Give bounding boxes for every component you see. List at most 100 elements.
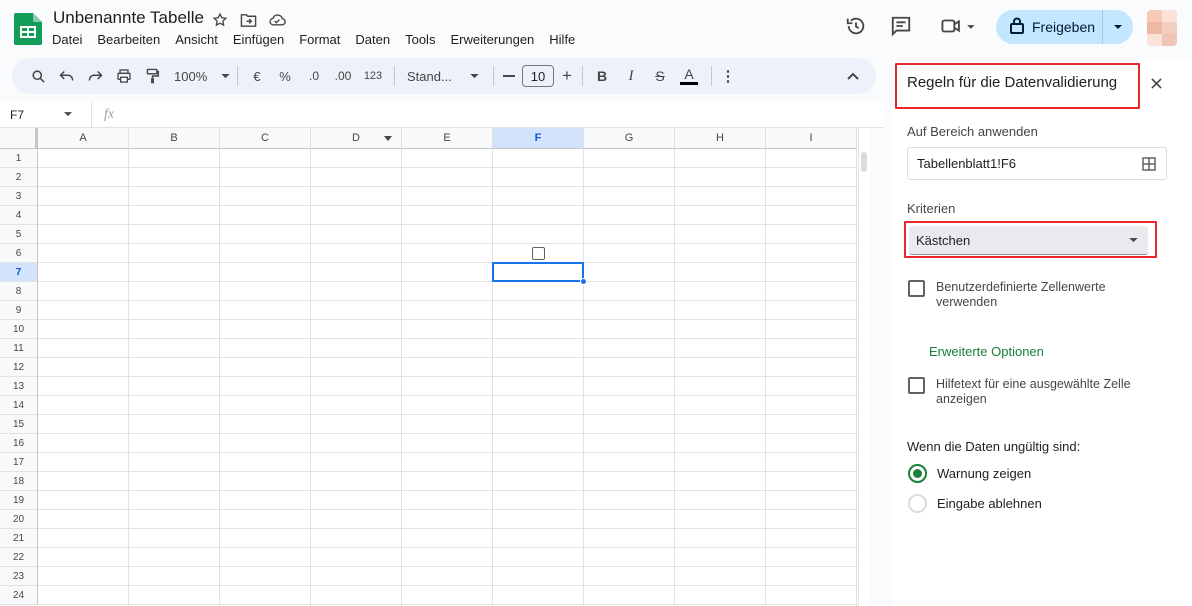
row-gridline <box>38 300 858 301</box>
range-input[interactable]: Tabellenblatt1!F6 <box>907 147 1167 180</box>
scrollbar-thumb[interactable] <box>861 152 867 172</box>
advanced-options-link[interactable]: Erweiterte Optionen <box>929 344 1044 359</box>
spreadsheet-grid[interactable]: A B C D E F G H I 1 2 3 4 5 6 7 8 9 10 11 12 13 14 15 16 17 18 19 20… <box>0 128 870 606</box>
custom-values-checkbox[interactable] <box>908 280 925 297</box>
name-box[interactable]: F7 <box>0 102 92 127</box>
menu-daten[interactable]: Daten <box>355 32 390 47</box>
row-gridline <box>38 604 858 605</box>
bold-button[interactable]: B <box>589 62 615 90</box>
row-header[interactable]: 17 <box>0 453 38 472</box>
criteria-select[interactable]: Kästchen <box>909 226 1148 255</box>
undo-icon[interactable] <box>51 62 81 90</box>
text-color-button[interactable]: A <box>673 62 705 90</box>
share-dropdown-chevron-icon[interactable] <box>1103 10 1133 44</box>
star-icon[interactable] <box>211 11 229 29</box>
number-format-button[interactable]: 123 <box>358 62 388 90</box>
collapse-toolbar-chevron-up-icon[interactable] <box>840 62 866 90</box>
menu-einfuegen[interactable]: Einfügen <box>233 32 284 47</box>
increase-decimal-button[interactable]: .00 <box>328 62 358 90</box>
font-size-increase-button[interactable]: + <box>558 62 576 90</box>
currency-button[interactable]: € <box>244 62 270 90</box>
row-header[interactable]: 12 <box>0 358 38 377</box>
column-header[interactable]: B <box>129 128 220 149</box>
cloud-saved-icon[interactable] <box>268 11 286 29</box>
formula-input[interactable] <box>124 102 884 127</box>
row-header[interactable]: 19 <box>0 491 38 510</box>
row-header[interactable]: 1 <box>0 149 38 168</box>
column-header[interactable]: A <box>38 128 129 149</box>
row-header[interactable]: 20 <box>0 510 38 529</box>
sheets-logo-icon[interactable] <box>14 13 42 45</box>
row-header[interactable]: 21 <box>0 529 38 548</box>
redo-icon[interactable] <box>81 62 109 90</box>
menu-bearbeiten[interactable]: Bearbeiten <box>97 32 160 47</box>
avatar[interactable] <box>1147 10 1177 46</box>
row-header[interactable]: 10 <box>0 320 38 339</box>
column-menu-dropdown-icon[interactable] <box>384 136 392 141</box>
row-gridline <box>38 395 858 396</box>
reject-input-radio[interactable] <box>908 494 927 513</box>
column-header[interactable]: H <box>675 128 766 149</box>
zoom-select[interactable]: 100% <box>165 62 231 90</box>
row-header[interactable]: 5 <box>0 225 38 244</box>
row-header[interactable]: 4 <box>0 206 38 225</box>
fill-handle[interactable] <box>580 278 587 285</box>
data-validation-panel <box>893 58 1192 606</box>
row-header[interactable]: 6 <box>0 244 38 263</box>
menu-datei[interactable]: Datei <box>52 32 82 47</box>
column-header[interactable]: C <box>220 128 311 149</box>
show-warning-radio[interactable] <box>908 464 927 483</box>
search-menus-icon[interactable] <box>25 62 51 90</box>
row-header[interactable]: 7 <box>0 263 38 282</box>
panel-title: Regeln für die Datenvalidierung <box>907 74 1118 91</box>
column-header[interactable]: E <box>402 128 493 149</box>
row-header[interactable]: 11 <box>0 339 38 358</box>
row-header[interactable]: 15 <box>0 415 38 434</box>
selected-cell[interactable] <box>492 262 584 282</box>
row-header[interactable]: 2 <box>0 168 38 187</box>
menu-hilfe[interactable]: Hilfe <box>549 32 575 47</box>
decrease-decimal-button[interactable]: .0 <box>300 62 328 90</box>
move-folder-icon[interactable] <box>239 11 257 29</box>
row-header[interactable]: 23 <box>0 567 38 586</box>
column-header[interactable]: G <box>584 128 675 149</box>
row-header[interactable]: 22 <box>0 548 38 567</box>
column-gridline <box>583 149 584 606</box>
row-header[interactable]: 18 <box>0 472 38 491</box>
cell-checkbox[interactable] <box>531 247 545 260</box>
row-header[interactable]: 3 <box>0 187 38 206</box>
font-select[interactable]: Stand... <box>401 62 487 90</box>
row-header[interactable]: 9 <box>0 301 38 320</box>
column-header[interactable]: I <box>766 128 857 149</box>
menu-erweiterungen[interactable]: Erweiterungen <box>450 32 534 47</box>
version-history-icon[interactable] <box>844 14 868 38</box>
column-header[interactable]: F <box>493 128 584 149</box>
font-size-input[interactable]: 10 <box>522 65 554 87</box>
italic-button[interactable]: I <box>615 62 647 90</box>
row-header[interactable]: 24 <box>0 586 38 605</box>
font-size-decrease-button[interactable] <box>500 62 518 90</box>
help-text-checkbox[interactable] <box>908 377 925 394</box>
select-all-corner[interactable] <box>0 128 38 149</box>
row-header[interactable]: 16 <box>0 434 38 453</box>
row-header[interactable]: 14 <box>0 396 38 415</box>
close-icon[interactable] <box>1147 74 1165 92</box>
menu-tools[interactable]: Tools <box>405 32 435 47</box>
more-options-icon[interactable]: ⋮ <box>718 62 738 90</box>
comments-icon[interactable] <box>889 14 913 38</box>
share-button[interactable]: Freigeben <box>996 10 1133 44</box>
paint-format-icon[interactable] <box>139 62 165 90</box>
strikethrough-button[interactable]: S <box>647 62 673 90</box>
vertical-scrollbar[interactable] <box>858 128 870 606</box>
select-range-grid-icon[interactable] <box>1142 157 1156 174</box>
row-header[interactable]: 13 <box>0 377 38 396</box>
meet-video-icon[interactable] <box>937 14 979 38</box>
menu-ansicht[interactable]: Ansicht <box>175 32 218 47</box>
print-icon[interactable] <box>109 62 139 90</box>
column-gridline <box>492 149 493 606</box>
percent-button[interactable]: % <box>270 62 300 90</box>
document-title[interactable]: Unbenannte Tabelle <box>53 8 204 28</box>
row-gridline <box>38 528 858 529</box>
row-header[interactable]: 8 <box>0 282 38 301</box>
menu-format[interactable]: Format <box>299 32 340 47</box>
